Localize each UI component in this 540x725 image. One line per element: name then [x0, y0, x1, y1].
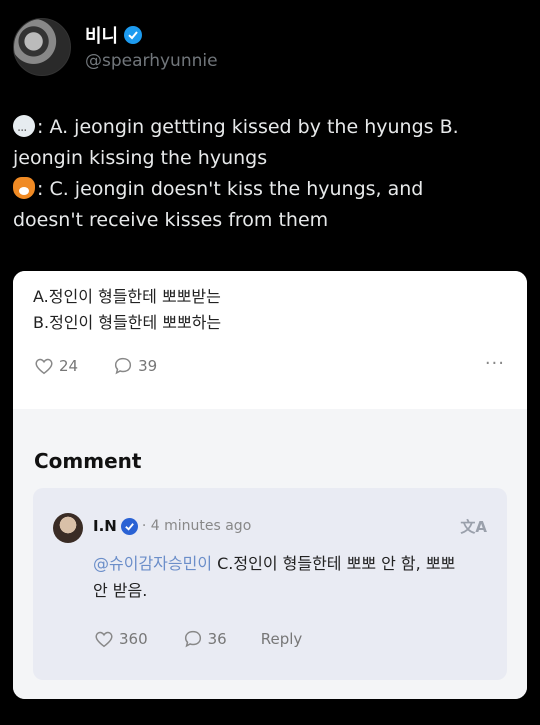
tweet-line-3-text: : C. jeongin doesn't kiss the hyungs, an… — [37, 178, 424, 200]
comment-mention[interactable]: @슈이감자승민이 — [93, 554, 212, 573]
tweet-line-1: : A. jeongin gettting kissed by the hyun… — [13, 112, 528, 147]
translate-icon[interactable]: 文A — [460, 516, 487, 537]
comment-replies-button[interactable]: 36 — [182, 628, 227, 650]
comment-actions: 360 36 Reply — [93, 628, 336, 650]
option-a-text: A.정인이 형들한테 뽀뽀받는 — [33, 287, 221, 306]
comment-reply-count: 36 — [207, 630, 227, 648]
option-b-text: B.정인이 형들한테 뽀뽀하는 — [33, 313, 222, 332]
comments-heading: Comment — [34, 449, 142, 473]
post-comment-button[interactable]: 39 — [112, 355, 157, 377]
comment-avatar[interactable] — [53, 513, 83, 543]
speech-bubble-icon — [13, 115, 35, 147]
comment-bubble-icon — [184, 630, 201, 648]
tweet-line-1-text: : A. jeongin gettting kissed by the hyun… — [37, 116, 459, 138]
post-comment-count: 39 — [138, 357, 158, 375]
comments-section: Comment I.N · 4 minutes ago 文A @슈이감자승민이 … — [13, 409, 527, 699]
comment-item: I.N · 4 minutes ago 文A @슈이감자승민이 C.정인이 형들… — [33, 488, 507, 680]
display-name[interactable]: 비니 — [85, 22, 118, 48]
comment-author-row: I.N · 4 minutes ago — [93, 517, 251, 535]
post-like-button[interactable]: 24 — [33, 355, 78, 377]
comment-timestamp: · 4 minutes ago — [141, 518, 252, 534]
embedded-screenshot-card: A.정인이 형들한테 뽀뽀받는 B.정인이 형들한테 뽀뽀하는 24 39 ··… — [13, 271, 527, 699]
fox-icon — [13, 177, 35, 199]
comment-like-count: 360 — [119, 630, 148, 648]
more-options-icon[interactable]: ··· — [485, 353, 505, 374]
comment-author[interactable]: I.N — [93, 517, 117, 535]
comment-text-line-2: 안 받음. — [93, 581, 148, 600]
comment-text-line-1: C.정인이 형들한테 뽀뽀 안 함, 뽀뽀 — [212, 554, 456, 573]
name-row: 비니 — [85, 22, 143, 48]
post-stats: 24 39 — [33, 355, 191, 377]
post-like-count: 24 — [59, 357, 79, 375]
user-handle[interactable]: @spearhyunnie — [85, 51, 218, 71]
heart-icon — [35, 358, 53, 375]
comment-text: @슈이감자승민이 C.정인이 형들한테 뽀뽀 안 함, 뽀뽀 안 받음. — [93, 550, 493, 604]
comment-bubble-icon — [115, 357, 132, 375]
tweet-line-3: : C. jeongin doesn't kiss the hyungs, an… — [13, 174, 528, 205]
post-section: A.정인이 형들한테 뽀뽀받는 B.정인이 형들한테 뽀뽀하는 24 39 ··… — [13, 271, 527, 409]
tweet-body: : A. jeongin gettting kissed by the hyun… — [13, 112, 528, 236]
reply-button[interactable]: Reply — [261, 630, 303, 648]
comment-like-button[interactable]: 360 — [93, 628, 148, 650]
profile-avatar[interactable] — [13, 18, 71, 76]
verified-badge-icon — [124, 26, 143, 44]
tweet-line-4: doesn't receive kisses from them — [13, 209, 329, 231]
tweet-header: 비니 @spearhyunnie — [13, 18, 527, 78]
tweet-line-2: jeongin kissing the hyungs — [13, 147, 268, 169]
verified-badge-icon — [120, 517, 138, 535]
heart-icon — [95, 631, 113, 648]
